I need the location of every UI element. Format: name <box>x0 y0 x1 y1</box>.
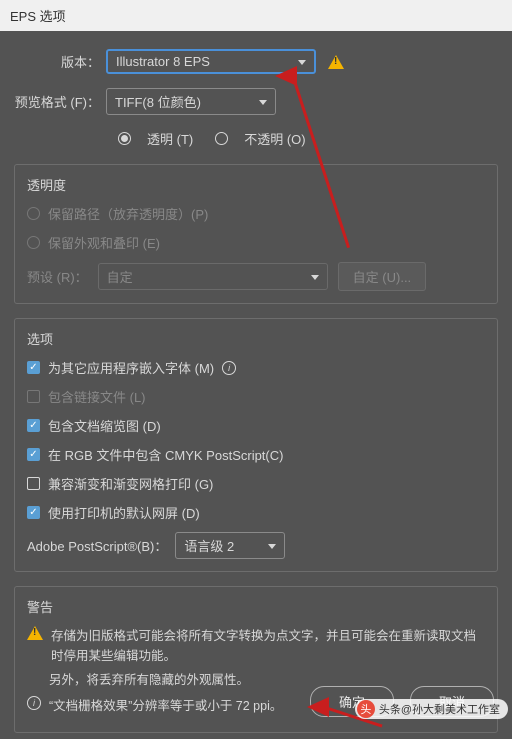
preserve-appearance-label: 保留外观和叠印 (E) <box>48 233 160 252</box>
include-cmyk-label: 在 RGB 文件中包含 CMYK PostScript(C) <box>48 445 283 464</box>
chevron-down-icon <box>259 100 267 105</box>
info-icon: i <box>27 696 41 710</box>
chevron-down-icon <box>268 544 276 549</box>
include-linked-checkbox <box>27 390 40 403</box>
warnings-title: 警告 <box>27 597 485 616</box>
title-bar: EPS 选项 <box>0 0 512 31</box>
chevron-down-icon <box>298 60 306 65</box>
opaque-radio[interactable] <box>215 132 228 145</box>
options-title: 选项 <box>27 329 485 348</box>
include-thumbnail-checkbox[interactable] <box>27 419 40 432</box>
preserve-appearance-radio <box>27 236 40 249</box>
opaque-label: 不透明 (O) <box>244 129 305 148</box>
preview-format-label: 预览格式 (F)： <box>14 92 106 111</box>
watermark-logo-icon: 头 <box>357 700 375 718</box>
warning-text-1: 存储为旧版格式可能会将所有文字转换为点文字，并且可能会在重新读取文档时停用某些编… <box>51 626 485 666</box>
custom-preset-button: 自定 (U)... <box>338 262 427 291</box>
printer-default-label: 使用打印机的默认网屏 (D) <box>48 503 200 522</box>
compat-gradient-checkbox[interactable] <box>27 477 40 490</box>
transparent-radio[interactable] <box>118 132 131 145</box>
version-label: 版本： <box>14 52 106 71</box>
include-thumbnail-label: 包含文档缩览图 (D) <box>48 416 161 435</box>
chevron-down-icon <box>311 275 319 280</box>
warning-icon <box>27 626 43 640</box>
preserve-paths-radio <box>27 207 40 220</box>
preview-format-select[interactable]: TIFF(8 位颜色) <box>106 88 276 115</box>
warning-text-3: “文档栅格效果”分辨率等于或小于 72 ppi。 <box>49 696 282 716</box>
postscript-select[interactable]: 语言级 2 <box>175 532 285 559</box>
preset-label: 预设 (R)： <box>27 267 88 286</box>
watermark-text: 头条@孙大剩美术工作室 <box>379 701 500 717</box>
postscript-label: Adobe PostScript®(B)： <box>27 536 167 555</box>
version-select[interactable]: Illustrator 8 EPS <box>106 49 316 74</box>
compat-gradient-label: 兼容渐变和渐变网格打印 (G) <box>48 474 213 493</box>
options-section: 选项 为其它应用程序嵌入字体 (M) i 包含链接文件 (L) 包含文档缩览图 … <box>14 318 498 572</box>
printer-default-checkbox[interactable] <box>27 506 40 519</box>
watermark: 头 头条@孙大剩美术工作室 <box>355 699 508 719</box>
window-title: EPS 选项 <box>10 9 66 24</box>
info-icon[interactable]: i <box>222 361 236 375</box>
transparency-title: 透明度 <box>27 175 485 194</box>
embed-fonts-checkbox[interactable] <box>27 361 40 374</box>
transparency-section: 透明度 保留路径（放弃透明度）(P) 保留外观和叠印 (E) 预设 (R)： 自… <box>14 164 498 304</box>
embed-fonts-label: 为其它应用程序嵌入字体 (M) <box>48 358 214 377</box>
include-linked-label: 包含链接文件 (L) <box>48 387 146 406</box>
transparent-label: 透明 (T) <box>147 129 193 148</box>
warning-icon <box>328 55 344 69</box>
preserve-paths-label: 保留路径（放弃透明度）(P) <box>48 204 208 223</box>
preset-select: 自定 <box>98 263 328 290</box>
include-cmyk-checkbox[interactable] <box>27 448 40 461</box>
